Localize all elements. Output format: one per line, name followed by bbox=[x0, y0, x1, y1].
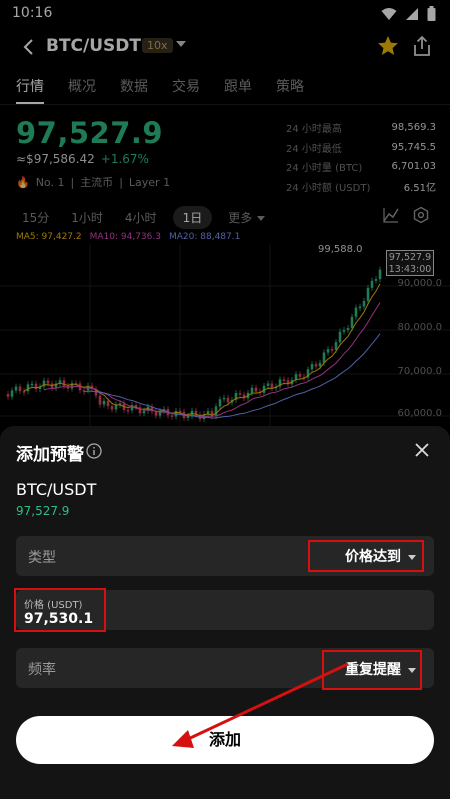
nav-bar bbox=[0, 790, 450, 799]
annotation-arrow bbox=[172, 662, 349, 748]
